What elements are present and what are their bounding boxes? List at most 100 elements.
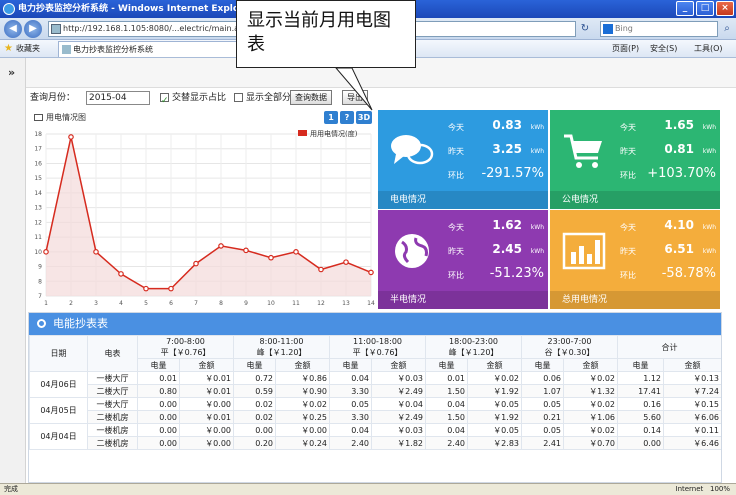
tile-unit: kWh — [702, 224, 716, 231]
tile-footer: 电电情况 — [378, 191, 548, 209]
row-date: 04月04日 — [29, 423, 88, 450]
zoom-level[interactable]: 100% — [710, 485, 730, 493]
month-input[interactable]: 2015-04 — [86, 91, 150, 105]
forward-button[interactable]: ▶ — [24, 20, 42, 38]
tools-menu[interactable]: 工具(O) — [694, 40, 723, 58]
tile-unit: kWh — [702, 148, 716, 155]
row-cell: ￥2.83 — [467, 436, 522, 450]
show-all-checkbox[interactable] — [234, 93, 243, 102]
tile-yesterday-value: 3.25 — [492, 142, 522, 156]
globe-icon — [390, 232, 434, 270]
row-cell: 0.01 — [425, 371, 468, 385]
col-period: 23:00-7:00 谷【￥0.30】 — [521, 335, 618, 359]
safety-menu[interactable]: 安全(S) — [650, 40, 677, 58]
search-go-icon[interactable]: ⌕ — [720, 21, 734, 37]
row-cell: 0.04 — [425, 397, 468, 411]
tile-today-row: 今天 1.62 kWh — [448, 218, 544, 238]
col-date[interactable]: 日期 — [29, 335, 88, 372]
tile-half-month[interactable]: 今天 1.62 kWh 昨天 2.45 kWh 环比 -51.23% 半电情况 — [378, 210, 548, 309]
legend-label: 用用电情况(度) — [310, 129, 358, 138]
table-row: 二楼大厅 0.80 ￥0.01 0.59 ￥0.90 3.30 ￥2.49 1.50 ￥1.92… — [30, 384, 721, 398]
chart-btn-1[interactable]: 1 — [324, 111, 338, 124]
export-button[interactable]: 导出 — [342, 90, 368, 105]
app-area: » 查询月份： 2015-04 交替显示占比 显示全部分类 查询数据 导出 用电… — [0, 58, 736, 483]
tile-unit: kWh — [530, 224, 544, 231]
tile-monthly[interactable]: 今天 4.10 kWh 昨天 6.51 kWh 环比 -58.78% 总用电情况 — [550, 210, 720, 309]
tile-unit: kWh — [702, 248, 716, 255]
tile-yesterday-row: 昨天 2.45 kWh — [448, 242, 544, 262]
close-button[interactable]: × — [716, 1, 734, 16]
tile-yesterday-value: 2.45 — [492, 242, 522, 256]
tile-ratio-value: -51.23% — [489, 266, 544, 281]
query-button[interactable]: 查询数据 — [290, 90, 332, 105]
chart-help-button[interactable]: ? — [340, 111, 354, 124]
alternate-ratio-checkbox[interactable] — [160, 91, 169, 111]
col-kwh: 电量 — [233, 358, 276, 372]
search-placeholder: Bing — [615, 24, 633, 33]
row-cell: 17.41 — [617, 384, 664, 398]
col-meter[interactable]: 电表 — [87, 335, 138, 372]
row-cell: 0.00 — [137, 436, 180, 450]
tile-today-row: 今天 1.65 kWh — [620, 118, 716, 138]
row-cell: ￥0.02 — [563, 423, 618, 437]
col-kwh: 电量 — [425, 358, 468, 372]
maximize-button[interactable]: □ — [696, 1, 714, 16]
data-point — [193, 260, 199, 267]
row-cell: ￥0.04 — [371, 397, 426, 411]
row-cell: 0.01 — [137, 371, 180, 385]
tile-public[interactable]: 今天 1.65 kWh 昨天 0.81 kWh 环比 +103.70% 公电情况 — [550, 110, 720, 209]
x-tick-label: 13 — [342, 300, 350, 307]
x-tick-label: 10 — [267, 300, 275, 307]
page-menu[interactable]: 页面(P) — [612, 40, 639, 58]
chart-3d-button[interactable]: 3D — [356, 111, 372, 124]
col-period: 7:00-8:00 平【￥0.76】 — [137, 335, 234, 359]
tile-purchase[interactable]: 今天 0.83 kWh 昨天 3.25 kWh 环比 -291.57% 电电情况 — [378, 110, 548, 209]
row-cell: 1.12 — [617, 371, 664, 385]
row-cell: ￥0.00 — [275, 423, 330, 437]
shopping-cart-icon — [562, 132, 606, 170]
row-cell: ￥0.00 — [179, 436, 234, 450]
col-amount: 金额 — [563, 358, 618, 372]
search-input[interactable]: Bing — [600, 21, 718, 37]
row-meter: 二楼机房 — [87, 410, 138, 424]
x-tick-label: 2 — [69, 300, 73, 307]
x-tick-label: 11 — [292, 300, 300, 307]
y-tick-label: 15 — [34, 175, 42, 182]
query-toolbar: 查询月份： 2015-04 交替显示占比 显示全部分类 查询数据 导出 — [26, 88, 736, 111]
col-period: 18:00-23:00 峰【￥1.20】 — [425, 335, 522, 359]
tile-unit: kWh — [530, 248, 544, 255]
tile-yesterday-row: 昨天 6.51 kWh — [620, 242, 716, 262]
expand-sidebar-icon[interactable]: » — [8, 66, 15, 79]
row-cell: ￥6.06 — [663, 410, 721, 424]
row-cell: 0.05 — [521, 423, 564, 437]
row-cell: 0.04 — [425, 423, 468, 437]
favorites-label[interactable]: 收藏夹 — [16, 40, 40, 58]
row-cell: 3.30 — [329, 410, 372, 424]
x-tick-label: 12 — [317, 300, 325, 307]
data-point — [143, 285, 149, 292]
row-cell: ￥0.01 — [179, 410, 234, 424]
table-row: 二楼机房 0.00 ￥0.01 0.02 ￥0.25 3.30 ￥2.49 1.50 ￥1.92… — [30, 410, 721, 424]
row-cell: 3.30 — [329, 384, 372, 398]
x-tick-label: 7 — [194, 300, 198, 307]
row-cell: 0.02 — [233, 397, 276, 411]
y-tick-label: 9 — [38, 264, 42, 271]
minimize-button[interactable]: _ — [676, 1, 694, 16]
y-tick-label: 11 — [34, 234, 42, 241]
row-cell: 1.07 — [521, 384, 564, 398]
favorites-star-icon[interactable]: ★ — [4, 40, 13, 58]
row-cell: ￥0.03 — [371, 423, 426, 437]
tab-label: 电力抄表监控分析系统 — [73, 45, 153, 54]
col-period: 8:00-11:00 峰【￥1.20】 — [233, 335, 330, 359]
row-cell: ￥1.32 — [563, 384, 618, 398]
data-point — [93, 249, 99, 255]
y-tick-label: 12 — [34, 219, 42, 226]
back-button[interactable]: ◀ — [4, 20, 22, 38]
row-cell: 0.00 — [137, 397, 180, 411]
row-cell: ￥1.92 — [467, 410, 522, 424]
tile-ratio-label: 环比 — [448, 271, 464, 280]
tile-today-value: 1.65 — [664, 118, 694, 132]
row-cell: 2.40 — [425, 436, 468, 450]
tile-today-label: 今天 — [620, 223, 636, 232]
refresh-icon[interactable]: ↻ — [578, 22, 592, 36]
